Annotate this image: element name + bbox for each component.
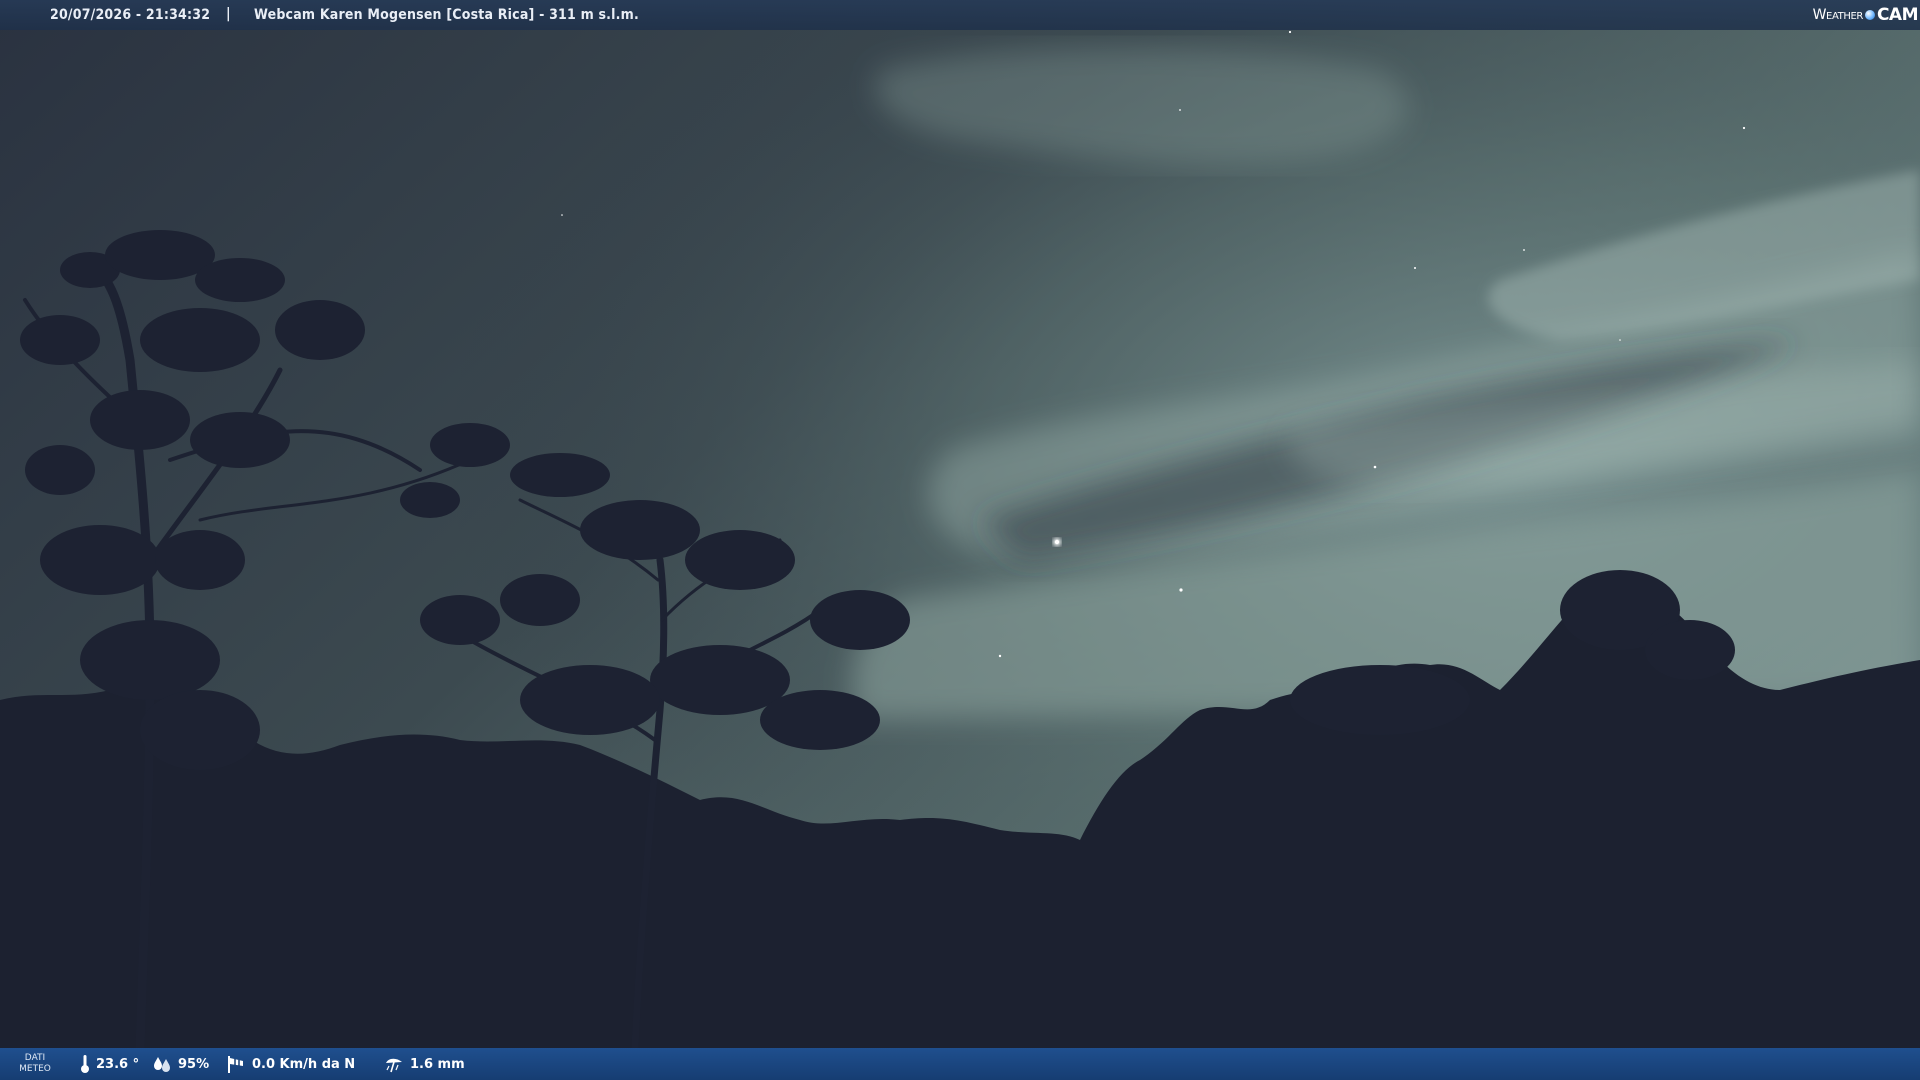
rain-value: 1.6 mm xyxy=(410,1056,465,1072)
webcam-title: Webcam Karen Mogensen [Costa Rica] - 311… xyxy=(254,7,639,23)
wind-value: 0.0 Km/h da N xyxy=(252,1056,356,1072)
rain-reading: 1.6 mm xyxy=(384,1048,465,1080)
header-separator: | xyxy=(226,6,231,22)
meteo-label-line2: METEO xyxy=(19,1064,51,1074)
humidity-drop-icon xyxy=(154,1057,170,1072)
rain-gauge-icon xyxy=(386,1058,402,1073)
timestamp: 20/07/2026 - 21:34:32 xyxy=(50,7,211,23)
temperature-value: 23.6 ° xyxy=(96,1056,140,1072)
temperature-reading: 23.6 ° xyxy=(80,1048,139,1080)
night-sky-scene xyxy=(0,0,1920,1080)
humidity-value: 95% xyxy=(178,1056,210,1072)
meteo-label: DATI METEO xyxy=(18,1053,52,1075)
meteo-label-line1: DATI xyxy=(24,1053,46,1063)
webcam-header-bar: 20/07/2026 - 21:34:32 | Webcam Karen Mog… xyxy=(0,0,1920,30)
logo-globe-icon xyxy=(1864,10,1875,20)
wind-reading: 0.0 Km/h da N xyxy=(226,1048,355,1080)
logo-weather-text: Weather xyxy=(1812,7,1864,23)
wind-sock-icon xyxy=(228,1056,243,1073)
humidity-reading: 95% xyxy=(152,1048,209,1080)
weather-data-bar: DATI METEO 23.6 ° 95% 0.0 Km/h da N 1.6 … xyxy=(0,1048,1920,1080)
webcam-frame: 20/07/2026 - 21:34:32 | Webcam Karen Mog… xyxy=(0,0,1920,1080)
thermometer-icon xyxy=(81,1055,89,1073)
weathercam-logo[interactable]: Weather CAM xyxy=(1812,3,1919,27)
logo-cam-text: CAM xyxy=(1876,5,1919,25)
